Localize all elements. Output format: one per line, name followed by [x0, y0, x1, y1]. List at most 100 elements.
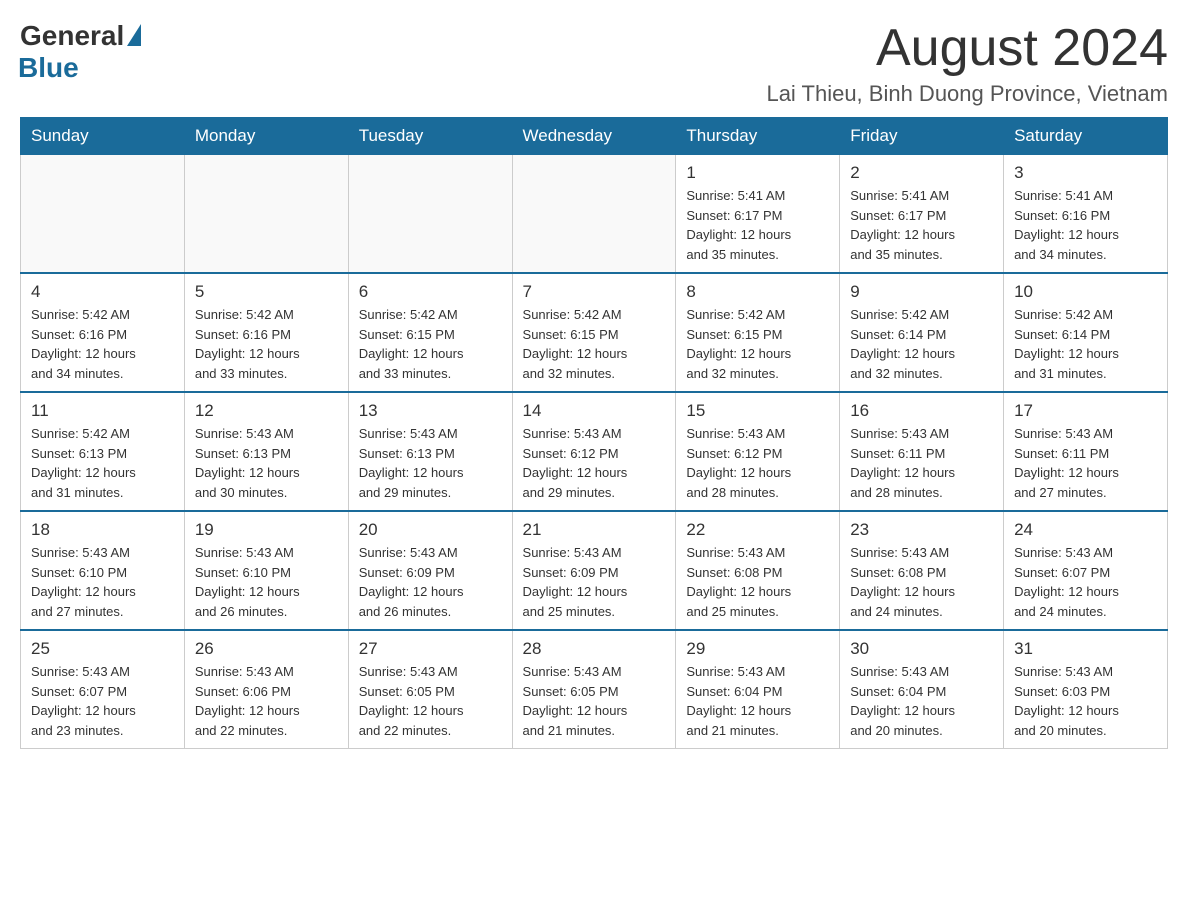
- calendar-week-row: 4Sunrise: 5:42 AMSunset: 6:16 PMDaylight…: [21, 273, 1168, 392]
- title-area: August 2024 Lai Thieu, Binh Duong Provin…: [766, 20, 1168, 107]
- day-number: 24: [1014, 520, 1157, 540]
- day-number: 22: [686, 520, 829, 540]
- calendar-cell: 5 Sunrise: 5:42 AMSunset: 6:16 PMDaylight…: [184, 273, 348, 392]
- calendar-cell: 25 Sunrise: 5:43 AMSunset: 6:07 PMDayligh…: [21, 630, 185, 749]
- day-info: Sunrise: 5:43 AMSunset: 6:12 PMDaylight:…: [686, 424, 829, 502]
- calendar-cell: 14Sunrise: 5:43 AMSunset: 6:12 PMDayligh…: [512, 392, 676, 511]
- day-number: 8: [686, 282, 829, 302]
- day-number: 5: [195, 282, 338, 302]
- calendar-header-wednesday: Wednesday: [512, 118, 676, 155]
- day-number: 14: [523, 401, 666, 421]
- calendar-cell: 3 Sunrise: 5:41 AMSunset: 6:16 PMDaylight…: [1004, 155, 1168, 274]
- calendar-header-monday: Monday: [184, 118, 348, 155]
- day-info: Sunrise: 5:42 AMSunset: 6:14 PMDaylight:…: [1014, 305, 1157, 383]
- calendar-cell: 9 Sunrise: 5:42 AMSunset: 6:14 PMDaylight…: [840, 273, 1004, 392]
- day-number: 13: [359, 401, 502, 421]
- calendar-cell: 11 Sunrise: 5:42 AMSunset: 6:13 PMDayligh…: [21, 392, 185, 511]
- calendar-header-thursday: Thursday: [676, 118, 840, 155]
- day-info: Sunrise: 5:43 AMSunset: 6:06 PMDaylight:…: [195, 662, 338, 740]
- day-info: Sunrise: 5:43 AMSunset: 6:13 PMDaylight:…: [359, 424, 502, 502]
- day-number: 23: [850, 520, 993, 540]
- logo-general-text: General: [20, 20, 124, 52]
- calendar-week-row: 25 Sunrise: 5:43 AMSunset: 6:07 PMDayligh…: [21, 630, 1168, 749]
- calendar-cell: 31 Sunrise: 5:43 AMSunset: 6:03 PMDayligh…: [1004, 630, 1168, 749]
- calendar-cell: [21, 155, 185, 274]
- calendar-cell: 19Sunrise: 5:43 AMSunset: 6:10 PMDayligh…: [184, 511, 348, 630]
- calendar-cell: 29 Sunrise: 5:43 AMSunset: 6:04 PMDayligh…: [676, 630, 840, 749]
- day-info: Sunrise: 5:42 AMSunset: 6:15 PMDaylight:…: [686, 305, 829, 383]
- day-info: Sunrise: 5:43 AMSunset: 6:05 PMDaylight:…: [523, 662, 666, 740]
- day-info: Sunrise: 5:42 AMSunset: 6:16 PMDaylight:…: [195, 305, 338, 383]
- day-number: 11: [31, 401, 174, 421]
- logo-blue-text: Blue: [18, 52, 79, 84]
- calendar-cell: 10 Sunrise: 5:42 AMSunset: 6:14 PMDayligh…: [1004, 273, 1168, 392]
- calendar-cell: 26 Sunrise: 5:43 AMSunset: 6:06 PMDayligh…: [184, 630, 348, 749]
- day-number: 16: [850, 401, 993, 421]
- calendar-cell: 7Sunrise: 5:42 AMSunset: 6:15 PMDaylight…: [512, 273, 676, 392]
- day-number: 19: [195, 520, 338, 540]
- logo: General Blue: [20, 20, 141, 84]
- day-info: Sunrise: 5:43 AMSunset: 6:08 PMDaylight:…: [850, 543, 993, 621]
- day-number: 29: [686, 639, 829, 659]
- day-info: Sunrise: 5:41 AMSunset: 6:17 PMDaylight:…: [686, 186, 829, 264]
- calendar-header-sunday: Sunday: [21, 118, 185, 155]
- day-number: 25: [31, 639, 174, 659]
- calendar-cell: 21 Sunrise: 5:43 AMSunset: 6:09 PMDayligh…: [512, 511, 676, 630]
- day-number: 1: [686, 163, 829, 183]
- day-number: 31: [1014, 639, 1157, 659]
- day-info: Sunrise: 5:42 AMSunset: 6:13 PMDaylight:…: [31, 424, 174, 502]
- calendar-table: SundayMondayTuesdayWednesdayThursdayFrid…: [20, 117, 1168, 749]
- calendar-cell: 2Sunrise: 5:41 AMSunset: 6:17 PMDaylight…: [840, 155, 1004, 274]
- day-number: 21: [523, 520, 666, 540]
- day-number: 27: [359, 639, 502, 659]
- day-number: 18: [31, 520, 174, 540]
- month-title: August 2024: [766, 20, 1168, 77]
- calendar-cell: 27Sunrise: 5:43 AMSunset: 6:05 PMDayligh…: [348, 630, 512, 749]
- calendar-cell: 15Sunrise: 5:43 AMSunset: 6:12 PMDayligh…: [676, 392, 840, 511]
- day-info: Sunrise: 5:42 AMSunset: 6:14 PMDaylight:…: [850, 305, 993, 383]
- calendar-header-tuesday: Tuesday: [348, 118, 512, 155]
- day-info: Sunrise: 5:43 AMSunset: 6:03 PMDaylight:…: [1014, 662, 1157, 740]
- calendar-cell: [348, 155, 512, 274]
- calendar-week-row: 11 Sunrise: 5:42 AMSunset: 6:13 PMDayligh…: [21, 392, 1168, 511]
- calendar-cell: 16Sunrise: 5:43 AMSunset: 6:11 PMDayligh…: [840, 392, 1004, 511]
- calendar-cell: [184, 155, 348, 274]
- day-info: Sunrise: 5:43 AMSunset: 6:09 PMDaylight:…: [523, 543, 666, 621]
- calendar-cell: 23 Sunrise: 5:43 AMSunset: 6:08 PMDayligh…: [840, 511, 1004, 630]
- day-number: 26: [195, 639, 338, 659]
- day-info: Sunrise: 5:43 AMSunset: 6:09 PMDaylight:…: [359, 543, 502, 621]
- day-number: 30: [850, 639, 993, 659]
- header: General Blue August 2024 Lai Thieu, Binh…: [20, 20, 1168, 107]
- location-title: Lai Thieu, Binh Duong Province, Vietnam: [766, 81, 1168, 107]
- day-number: 6: [359, 282, 502, 302]
- day-number: 9: [850, 282, 993, 302]
- calendar-cell: 22Sunrise: 5:43 AMSunset: 6:08 PMDayligh…: [676, 511, 840, 630]
- calendar-cell: 1 Sunrise: 5:41 AMSunset: 6:17 PMDaylight…: [676, 155, 840, 274]
- day-info: Sunrise: 5:43 AMSunset: 6:04 PMDaylight:…: [686, 662, 829, 740]
- calendar-header-friday: Friday: [840, 118, 1004, 155]
- day-info: Sunrise: 5:43 AMSunset: 6:13 PMDaylight:…: [195, 424, 338, 502]
- day-number: 10: [1014, 282, 1157, 302]
- day-number: 12: [195, 401, 338, 421]
- day-info: Sunrise: 5:43 AMSunset: 6:11 PMDaylight:…: [1014, 424, 1157, 502]
- day-info: Sunrise: 5:43 AMSunset: 6:04 PMDaylight:…: [850, 662, 993, 740]
- day-info: Sunrise: 5:41 AMSunset: 6:16 PMDaylight:…: [1014, 186, 1157, 264]
- day-number: 3: [1014, 163, 1157, 183]
- day-info: Sunrise: 5:43 AMSunset: 6:07 PMDaylight:…: [1014, 543, 1157, 621]
- calendar-cell: 30 Sunrise: 5:43 AMSunset: 6:04 PMDayligh…: [840, 630, 1004, 749]
- calendar-header-row: SundayMondayTuesdayWednesdayThursdayFrid…: [21, 118, 1168, 155]
- calendar-header-saturday: Saturday: [1004, 118, 1168, 155]
- calendar-cell: 24 Sunrise: 5:43 AMSunset: 6:07 PMDayligh…: [1004, 511, 1168, 630]
- day-info: Sunrise: 5:42 AMSunset: 6:15 PMDaylight:…: [359, 305, 502, 383]
- day-number: 2: [850, 163, 993, 183]
- calendar-cell: 12 Sunrise: 5:43 AMSunset: 6:13 PMDayligh…: [184, 392, 348, 511]
- day-number: 17: [1014, 401, 1157, 421]
- calendar-cell: [512, 155, 676, 274]
- calendar-cell: 8 Sunrise: 5:42 AMSunset: 6:15 PMDaylight…: [676, 273, 840, 392]
- day-number: 28: [523, 639, 666, 659]
- day-info: Sunrise: 5:43 AMSunset: 6:07 PMDaylight:…: [31, 662, 174, 740]
- day-number: 7: [523, 282, 666, 302]
- calendar-cell: 13 Sunrise: 5:43 AMSunset: 6:13 PMDayligh…: [348, 392, 512, 511]
- calendar-cell: 6 Sunrise: 5:42 AMSunset: 6:15 PMDaylight…: [348, 273, 512, 392]
- logo-triangle-icon: [127, 24, 141, 46]
